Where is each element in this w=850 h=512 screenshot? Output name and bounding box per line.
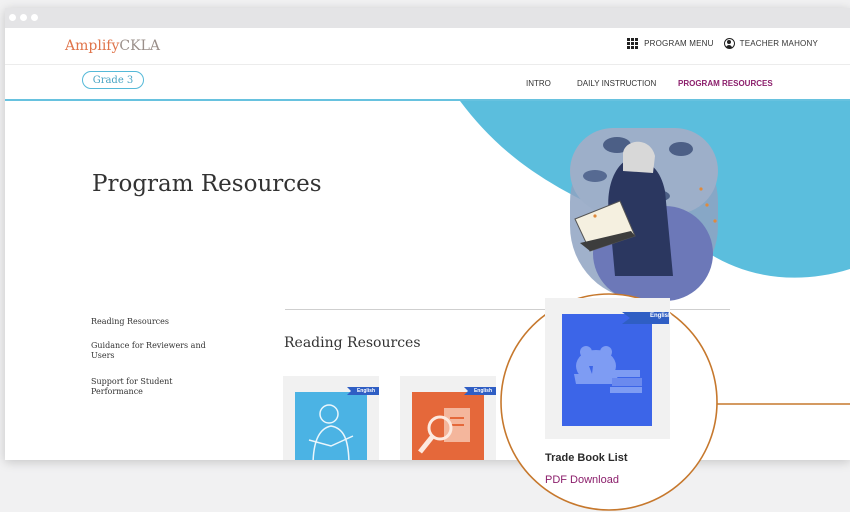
section-divider	[285, 309, 730, 310]
sidebar-item-guidance[interactable]: Guidance for Reviewers and Users	[91, 341, 216, 361]
user-menu-link[interactable]: TEACHER MAHONY	[740, 39, 818, 48]
hero-banner: Program Resources	[5, 101, 850, 301]
resource-card-1[interactable]: English	[283, 376, 379, 460]
window-minimize-dot[interactable]	[20, 14, 27, 21]
trade-book-list-title[interactable]: Trade Book List	[545, 452, 628, 464]
window-titlebar	[5, 8, 850, 28]
sidebar-item-support[interactable]: Support for Student Performance	[91, 377, 191, 397]
tab-intro[interactable]: INTRO	[526, 79, 551, 88]
language-tag: English	[464, 387, 496, 395]
amplify-ckla-logo[interactable]: AmplifyCKLA	[65, 38, 160, 54]
window-close-dot[interactable]	[9, 14, 16, 21]
program-menu-link[interactable]: PROGRAM MENU	[644, 39, 714, 48]
tab-daily-instruction[interactable]: DAILY INSTRUCTION	[577, 79, 656, 88]
tab-program-resources[interactable]: PROGRAM RESOURCES	[678, 79, 773, 88]
grid-icon[interactable]	[627, 38, 639, 49]
resource-card-2[interactable]: English	[400, 376, 496, 460]
top-navigation: PROGRAM MENU TEACHER MAHONY	[627, 38, 818, 49]
pdf-download-link[interactable]: PDF Download	[545, 474, 619, 486]
browser-window: AmplifyCKLA PROGRAM MENU TEACHER MAHONY …	[5, 8, 850, 460]
page-title: Program Resources	[92, 171, 322, 197]
section-title: Reading Resources	[284, 335, 421, 351]
highlight-language-tag: English	[650, 313, 672, 319]
logo-ckla: CKLA	[119, 38, 160, 54]
window-maximize-dot[interactable]	[31, 14, 38, 21]
sidebar-item-reading-resources[interactable]: Reading Resources	[91, 317, 169, 327]
top-header: AmplifyCKLA PROGRAM MENU TEACHER MAHONY	[5, 28, 850, 65]
language-tag: English	[347, 387, 379, 395]
user-icon[interactable]	[723, 38, 735, 49]
sub-navigation: Grade 3 INTRO DAILY INSTRUCTION PROGRAM …	[5, 65, 850, 101]
grade-selector[interactable]: Grade 3	[82, 71, 144, 89]
hero-illustration	[460, 101, 850, 301]
logo-amplify: Amplify	[65, 38, 120, 54]
